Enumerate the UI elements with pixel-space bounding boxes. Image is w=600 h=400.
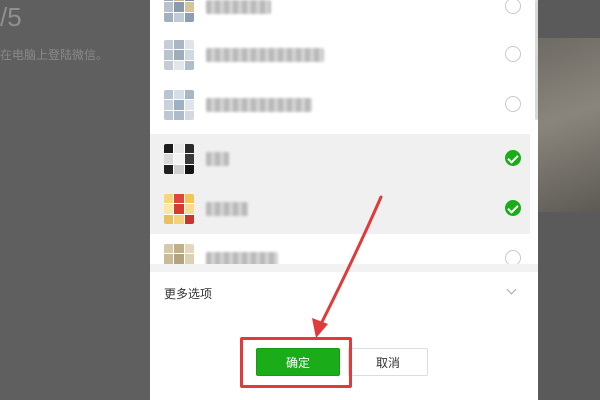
radio-button[interactable] [505, 0, 521, 14]
annotation-highlight-box [240, 337, 352, 388]
section-divider [150, 264, 538, 272]
more-options-label: 更多选项 [164, 287, 213, 301]
checked-radio-icon[interactable] [505, 200, 521, 216]
radio-button[interactable] [505, 250, 521, 264]
contact-row[interactable] [150, 80, 530, 130]
avatar [164, 90, 194, 120]
radio-button[interactable] [505, 96, 521, 112]
contact-name-blurred [206, 252, 278, 264]
step-indicator: /5 [0, 2, 22, 32]
contact-row[interactable] [150, 234, 530, 264]
avatar [164, 194, 194, 224]
contact-row[interactable] [150, 30, 530, 80]
avatar [164, 0, 194, 22]
avatar [164, 144, 194, 174]
contact-list[interactable] [150, 0, 538, 264]
contact-name-blurred [206, 202, 248, 216]
checked-radio-icon[interactable] [505, 150, 521, 166]
contact-name-blurred [206, 98, 312, 112]
contact-name-blurred [206, 0, 271, 14]
contact-row[interactable] [150, 0, 530, 32]
radio-button[interactable] [505, 46, 521, 62]
more-options-row[interactable]: 更多选项 [150, 272, 538, 312]
avatar [164, 40, 194, 70]
avatar [164, 244, 194, 264]
contact-name-blurred [206, 152, 229, 166]
contact-row[interactable] [150, 184, 530, 234]
step-caption: 在电脑上登陆微信。 [0, 48, 109, 62]
background-page-left: /5 在电脑上登陆微信。 [0, 0, 150, 400]
chevron-down-icon[interactable] [506, 284, 517, 295]
contact-list-scrollbar[interactable] [535, 0, 538, 120]
contact-name-blurred [206, 48, 324, 62]
background-photo [538, 38, 600, 212]
contact-row[interactable] [150, 134, 530, 184]
cancel-button[interactable]: 取消 [348, 348, 428, 376]
